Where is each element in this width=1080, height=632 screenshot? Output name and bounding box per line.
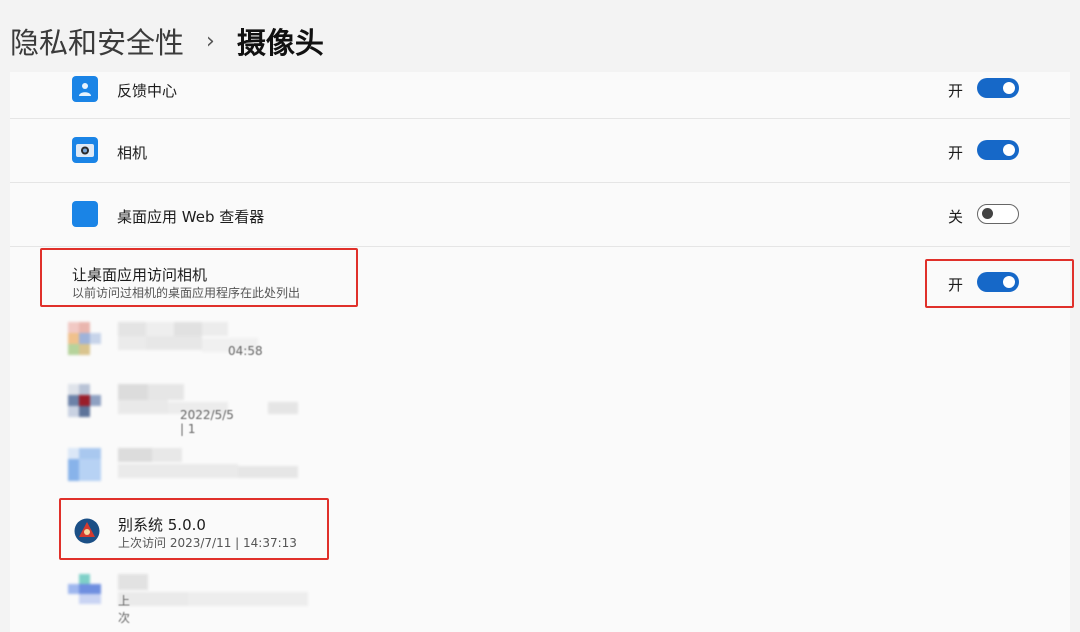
- app-name: 别系统 5.0.0: [118, 516, 206, 534]
- highlight-box: [925, 259, 1074, 308]
- blurred-name: [118, 574, 308, 608]
- app-label: 反馈中心: [117, 82, 178, 100]
- web-viewer-toggle[interactable]: [977, 204, 1019, 224]
- app-logo-icon: [74, 518, 100, 544]
- last-access-time: 上次访问 2023/7/11 | 14:37:13: [118, 536, 297, 550]
- app-row-camera: 相机 开: [10, 119, 1070, 183]
- breadcrumb-parent[interactable]: 隐私和安全性: [10, 20, 184, 62]
- camera-icon: [72, 137, 98, 163]
- toggle-state-label: 关: [948, 208, 964, 226]
- camera-toggle[interactable]: [977, 140, 1019, 160]
- app-icon-blurred: [68, 322, 102, 356]
- app-label: 相机: [117, 144, 148, 162]
- last-access-time: 2022/5/5 | 1: [180, 408, 234, 436]
- app-row-web-viewer: 桌面应用 Web 查看器 关: [10, 183, 1070, 247]
- feedback-hub-toggle[interactable]: [977, 78, 1019, 98]
- blurred-name: [118, 322, 258, 352]
- toggle-state-label: 开: [948, 82, 964, 100]
- web-viewer-icon: [72, 201, 98, 227]
- last-access-time: 04:58: [228, 344, 263, 358]
- app-icon-blurred: [68, 574, 102, 604]
- highlight-box: [40, 248, 358, 307]
- app-icon-blurred: [68, 448, 102, 482]
- page-title: 摄像头: [236, 26, 324, 60]
- feedback-hub-icon: [72, 76, 98, 102]
- blurred-name: [118, 448, 298, 480]
- app-label: 桌面应用 Web 查看器: [117, 208, 265, 226]
- breadcrumb: 隐私和安全性 › 摄像头: [10, 18, 324, 64]
- last-access-time: 上次: [118, 594, 131, 625]
- toggle-state-label: 开: [948, 144, 964, 162]
- chevron-right-icon: ›: [206, 28, 215, 54]
- app-row-feedback-hub: 反馈中心 开: [10, 72, 1070, 119]
- app-icon-blurred: [68, 384, 102, 418]
- settings-card: 反馈中心 开 相机 开 桌面应用 Web 查看器 关 让桌面应用访问相机 以前访…: [10, 72, 1074, 632]
